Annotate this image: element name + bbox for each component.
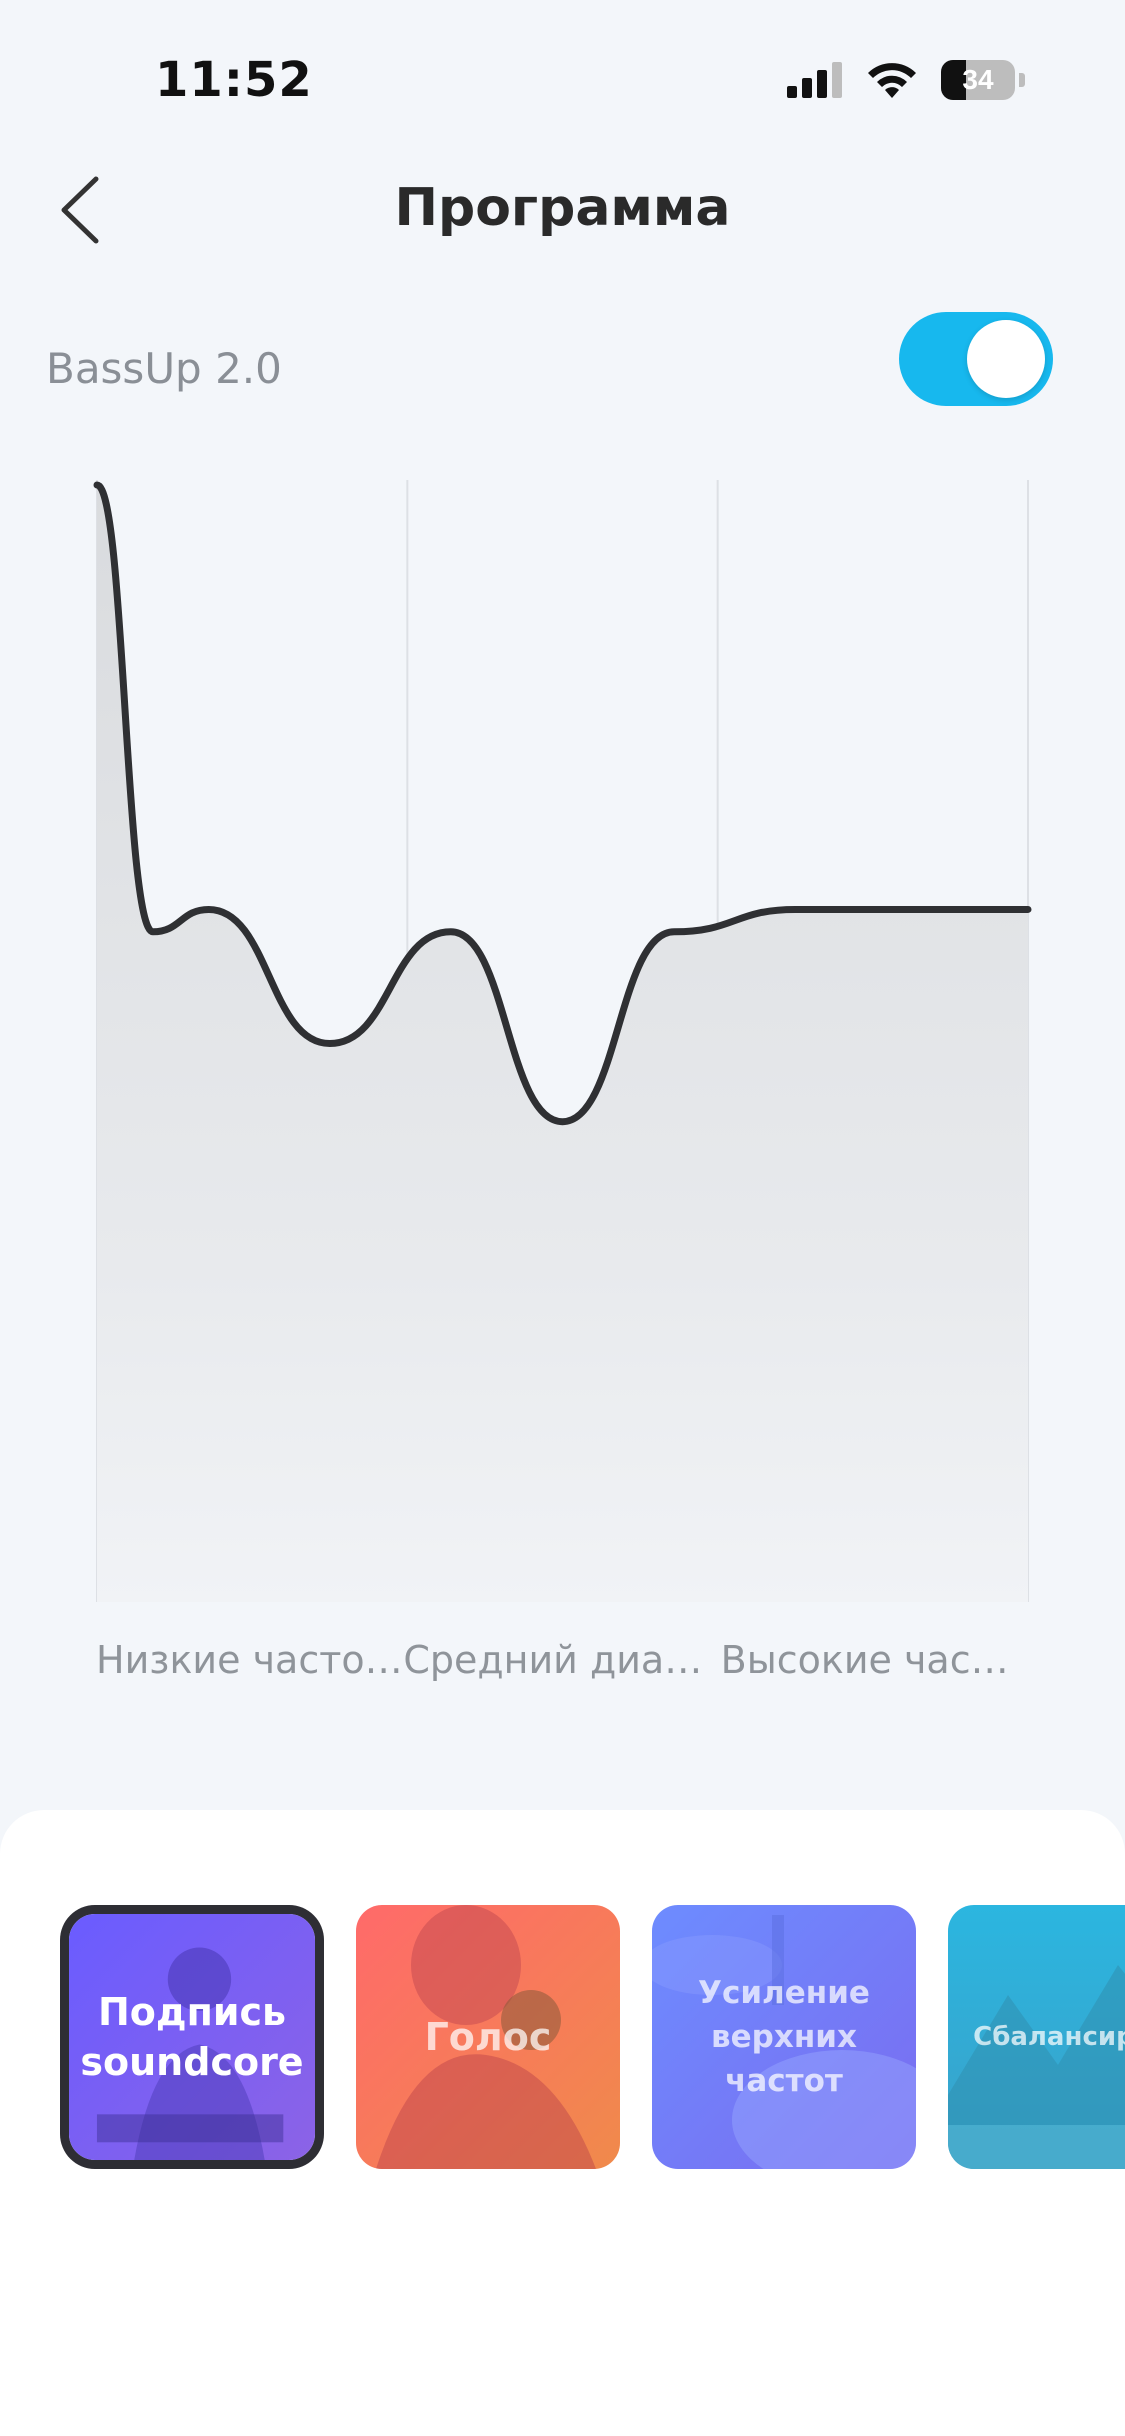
bassup-row: BassUp 2.0 xyxy=(0,300,1125,420)
preset-label: Сбалансирово xyxy=(973,2022,1125,2052)
status-time: 11:52 xyxy=(155,52,313,108)
battery-level: 34 xyxy=(962,64,994,95)
header: Программа xyxy=(0,160,1125,260)
status-icons: 34 xyxy=(787,60,1025,100)
bassup-label: BassUp 2.0 xyxy=(46,344,282,393)
preset-label: Голос xyxy=(424,2015,552,2059)
eq-curve-chart[interactable] xyxy=(0,460,1125,1700)
page-title: Программа xyxy=(394,178,731,238)
eq-curve-area xyxy=(97,485,1028,1602)
eq-label-mid: Средний диап… xyxy=(403,1638,711,1682)
cellular-signal-icon xyxy=(787,62,842,98)
preset-list: Подпись soundcore Голос Усиление верхних… xyxy=(60,1905,1125,2169)
preset-card-balanced[interactable]: Сбалансирово xyxy=(948,1905,1125,2169)
eq-settings-screen: 11:52 34 Программа BassUp 2.0 Низкие час… xyxy=(0,0,1125,2436)
bassup-toggle[interactable] xyxy=(899,312,1053,406)
battery-tip xyxy=(1019,73,1025,87)
eq-label-high: Высокие част… xyxy=(720,1638,1028,1682)
battery-icon: 34 xyxy=(941,60,1015,100)
preset-card-voice[interactable]: Голос xyxy=(356,1905,620,2169)
eq-label-low: Низкие частот… xyxy=(96,1638,404,1682)
preset-card-soundcore-signature[interactable]: Подпись soundcore xyxy=(69,1914,315,2160)
preset-sheet: Подпись soundcore Голос Усиление верхних… xyxy=(0,1810,1125,2436)
status-bar: 11:52 34 xyxy=(0,0,1125,150)
toggle-knob xyxy=(967,320,1045,398)
preset-card-treble-boost[interactable]: Усиление верхних частот xyxy=(652,1905,916,2169)
preset-label: Усиление верхних частот xyxy=(698,1975,870,2099)
wifi-icon xyxy=(868,63,916,98)
preset-label: Подпись soundcore xyxy=(80,1990,304,2084)
eq-band-labels: Низкие частот… Средний диап… Высокие час… xyxy=(96,1638,1028,1682)
